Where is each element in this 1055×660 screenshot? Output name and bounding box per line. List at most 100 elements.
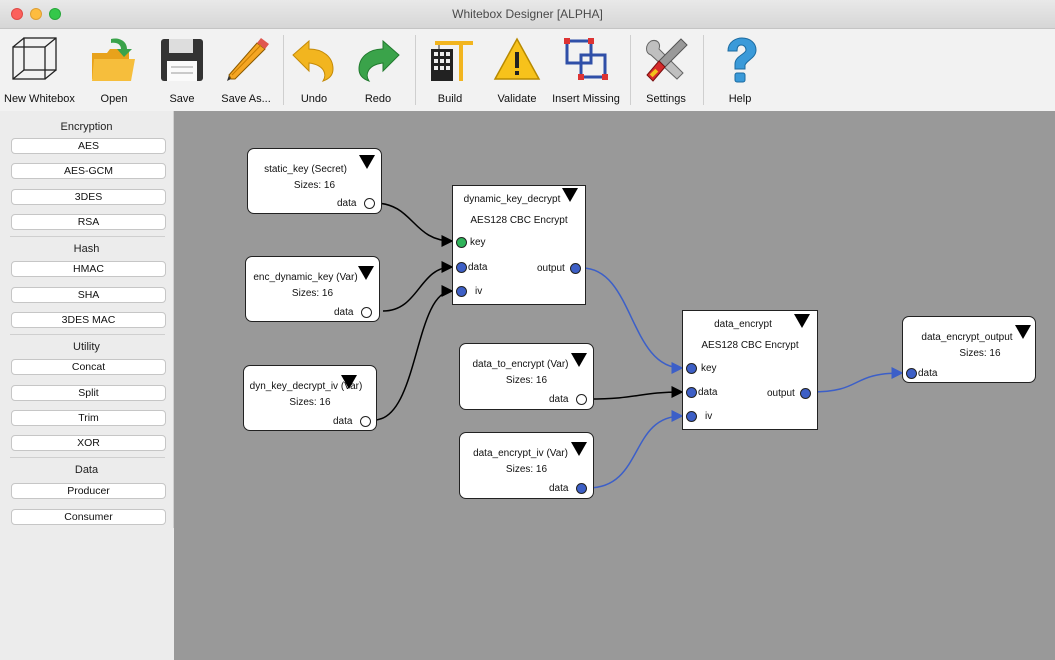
node-menu-triangle-icon[interactable]: [571, 353, 587, 367]
save-label: Save: [169, 93, 195, 105]
title-bar: Whitebox Designer [ALPHA]: [0, 0, 1055, 29]
window-title: Whitebox Designer [ALPHA]: [452, 7, 603, 21]
input-port-key[interactable]: [456, 237, 467, 248]
component-palette: Encryption AES AES-GCM 3DES RSA Hash HMA…: [0, 111, 174, 528]
new-whitebox-button[interactable]: New Whitebox: [4, 31, 75, 109]
input-port-data[interactable]: [456, 262, 467, 273]
palette-item-3des-mac[interactable]: 3DES MAC: [11, 312, 166, 328]
node-sizes: Sizes: 16: [291, 288, 334, 299]
node-data-to-encrypt[interactable]: data_to_encrypt (Var) Sizes: 16 data: [459, 343, 594, 410]
section-header-utility: Utility: [73, 341, 100, 353]
design-canvas[interactable]: static_key (Secret) Sizes: 16 data enc_d…: [174, 111, 1055, 660]
port-label: iv: [705, 411, 713, 422]
palette-item-sha[interactable]: SHA: [11, 287, 166, 303]
node-static-key[interactable]: static_key (Secret) Sizes: 16 data: [247, 148, 382, 214]
input-port-iv[interactable]: [456, 286, 467, 297]
output-port[interactable]: [570, 263, 581, 274]
palette-item-consumer[interactable]: Consumer: [11, 509, 166, 525]
toolbar-separator: [703, 35, 704, 105]
port-label: data: [333, 416, 353, 427]
palette-item-aes[interactable]: AES: [11, 138, 166, 154]
palette-item-trim[interactable]: Trim: [11, 410, 166, 426]
node-menu-triangle-icon[interactable]: [571, 442, 587, 456]
node-menu-triangle-icon[interactable]: [358, 266, 374, 280]
node-data-encrypt[interactable]: data_encrypt AES128 CBC Encrypt key data…: [682, 310, 818, 430]
node-subtitle: AES128 CBC Encrypt: [470, 215, 568, 226]
help-label: Help: [728, 93, 752, 105]
palette-item-xor[interactable]: XOR: [11, 435, 166, 451]
node-menu-triangle-icon[interactable]: [1015, 325, 1031, 339]
node-menu-triangle-icon[interactable]: [341, 375, 357, 389]
settings-button[interactable]: Settings: [636, 31, 696, 109]
port-label: data: [334, 307, 354, 318]
validate-label: Validate: [497, 93, 537, 105]
new-whitebox-label: New Whitebox: [4, 93, 75, 105]
node-sizes: Sizes: 16: [289, 397, 331, 408]
port-label: data: [549, 394, 569, 405]
palette-item-concat[interactable]: Concat: [11, 359, 166, 375]
input-port-iv[interactable]: [686, 411, 697, 422]
palette-item-producer[interactable]: Producer: [11, 483, 166, 499]
save-button[interactable]: Save: [157, 31, 207, 109]
output-port[interactable]: [576, 394, 587, 405]
output-port[interactable]: [800, 388, 811, 399]
insert-missing-label: Insert Missing: [552, 93, 620, 105]
port-label: output: [767, 388, 795, 399]
cube-icon: [12, 37, 57, 80]
output-port[interactable]: [576, 483, 587, 494]
wire-data-to-encrypt-to-data: [587, 386, 684, 400]
section-header-encryption: Encryption: [60, 121, 113, 133]
port-label: key: [470, 237, 486, 248]
palette-item-3des[interactable]: 3DES: [11, 189, 166, 205]
port-label: data: [549, 483, 569, 494]
input-port-key[interactable]: [686, 363, 697, 374]
palette-item-rsa[interactable]: RSA: [11, 214, 166, 230]
output-port[interactable]: [361, 307, 372, 318]
toolbar: New Whitebox Open Save Save As... Undo R…: [0, 29, 1055, 111]
output-port[interactable]: [360, 416, 371, 427]
construction-crane-icon: [431, 41, 473, 81]
section-divider: [10, 334, 165, 335]
node-menu-triangle-icon[interactable]: [794, 314, 810, 328]
port-label: data: [337, 198, 357, 209]
save-as-button[interactable]: Save As...: [216, 31, 276, 109]
build-button[interactable]: Build: [424, 31, 476, 109]
section-header-hash: Hash: [73, 243, 100, 255]
input-port-data[interactable]: [686, 387, 697, 398]
section-header-data: Data: [74, 464, 99, 476]
section-divider: [10, 236, 165, 237]
palette-item-hmac[interactable]: HMAC: [11, 261, 166, 277]
node-sizes: Sizes: 16: [505, 464, 548, 475]
node-dynamic-key-decrypt[interactable]: dynamic_key_decrypt AES128 CBC Encrypt k…: [452, 185, 586, 305]
section-divider: [10, 457, 165, 458]
input-port-data[interactable]: [906, 368, 917, 379]
node-dyn-key-decrypt-iv[interactable]: dyn_key_decrypt_iv (Var) Sizes: 16 data: [243, 365, 377, 431]
node-menu-triangle-icon[interactable]: [359, 155, 375, 169]
undo-button[interactable]: Undo: [288, 31, 340, 109]
port-label: iv: [475, 286, 483, 297]
node-enc-dynamic-key[interactable]: enc_dynamic_key (Var) Sizes: 16 data: [245, 256, 380, 322]
validate-button[interactable]: Validate: [490, 31, 544, 109]
warning-icon: [493, 37, 541, 80]
question-mark-icon: [727, 37, 757, 83]
build-label: Build: [437, 93, 463, 105]
open-label: Open: [100, 93, 128, 105]
palette-item-split[interactable]: Split: [11, 385, 166, 401]
open-button[interactable]: Open: [88, 31, 140, 109]
node-data-encrypt-output[interactable]: data_encrypt_output Sizes: 16 data: [902, 316, 1036, 383]
wire-static-key-to-key: [373, 202, 454, 247]
redo-button[interactable]: Redo: [352, 31, 404, 109]
node-sizes: Sizes: 16: [293, 180, 336, 191]
insert-missing-button[interactable]: Insert Missing: [548, 31, 624, 109]
palette-item-aes-gcm[interactable]: AES-GCM: [11, 163, 166, 179]
port-label: data: [698, 387, 718, 398]
save-as-label: Save As...: [221, 93, 271, 105]
redo-arrow-icon: [358, 39, 400, 82]
output-port[interactable]: [364, 198, 375, 209]
node-menu-triangle-icon[interactable]: [562, 188, 578, 202]
node-data-encrypt-iv[interactable]: data_encrypt_iv (Var) Sizes: 16 data: [459, 432, 594, 499]
settings-label: Settings: [646, 93, 686, 105]
node-sizes: Sizes: 16: [959, 348, 1001, 359]
help-button[interactable]: Help: [714, 31, 766, 109]
node-sizes: Sizes: 16: [505, 375, 548, 386]
